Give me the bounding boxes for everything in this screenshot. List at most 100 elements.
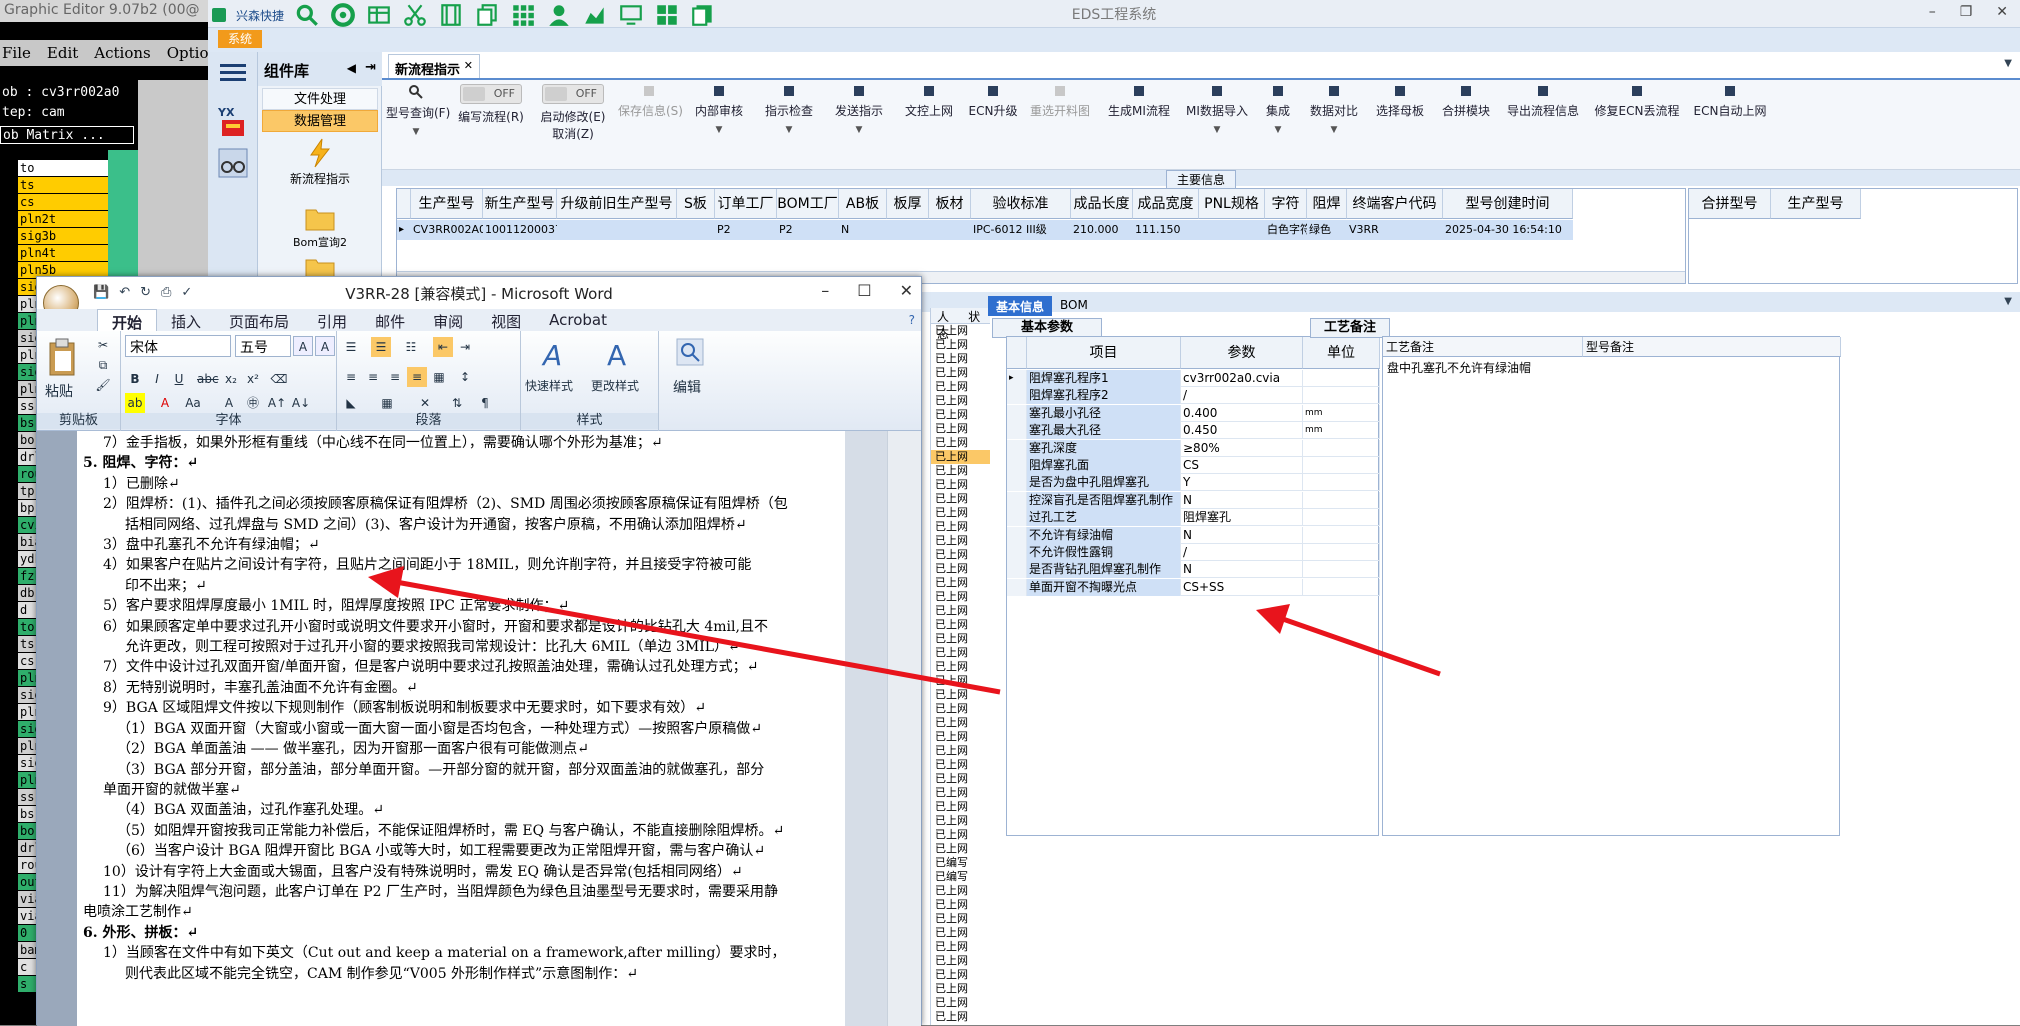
tab-bom[interactable]: BOM: [1052, 296, 1096, 316]
doc-line[interactable]: 电喷涂工艺制作↵: [83, 902, 839, 922]
params-cell-0[interactable]: 控深盲孔是否阻焊塞孔制作: [1027, 491, 1181, 509]
status-cell[interactable]: 已上网: [931, 716, 990, 730]
status-column[interactable]: 人 状态 已上网 已上网 已上网 已上网 已上网 已上网 已上网 已上网 已上网 已上网 已上网 已上…: [930, 308, 990, 1025]
params-cell-1[interactable]: /: [1181, 387, 1303, 405]
tab-new-flow-instruction[interactable]: 新流程指示 ✕: [388, 54, 480, 78]
folder-icon[interactable]: [304, 204, 336, 232]
underline-icon[interactable]: U: [169, 369, 189, 389]
toolbar-item-14[interactable]: 修复ECN丢流程: [1592, 84, 1682, 119]
highlight-icon[interactable]: ab: [125, 393, 145, 413]
pages-icon[interactable]: [690, 2, 716, 28]
params-cell-1[interactable]: CS+SS: [1181, 578, 1303, 596]
grid-cell-15[interactable]: V3RR: [1347, 220, 1443, 240]
tab-review[interactable]: 审阅: [419, 309, 477, 331]
asian-layout-icon[interactable]: ✕: [415, 393, 435, 413]
minimize-icon[interactable]: –: [1929, 4, 1936, 20]
menu-actions[interactable]: Actions: [94, 44, 150, 62]
grid-cell-14[interactable]: 绿色: [1307, 220, 1347, 240]
increase-indent-icon[interactable]: ⇥: [455, 337, 475, 357]
params-cell-0[interactable]: 不允许假性露铜: [1027, 544, 1181, 561]
grid-header-16[interactable]: 型号创建时间: [1443, 189, 1573, 219]
toolbar-item-6[interactable]: 重选开料图: [1026, 84, 1094, 119]
status-cell[interactable]: 已上网: [931, 632, 990, 646]
save-icon[interactable]: 💾: [93, 285, 109, 300]
area-chart-icon[interactable]: [582, 2, 608, 28]
prev-arrow-icon[interactable]: ◀: [347, 61, 356, 75]
tab-mailings[interactable]: 邮件: [361, 309, 419, 331]
edit-flow-toggle[interactable]: OFF: [460, 84, 522, 104]
status-cell[interactable]: 已上网: [931, 548, 990, 562]
scissors-icon[interactable]: [402, 2, 428, 28]
shading-icon[interactable]: ◣: [341, 393, 361, 413]
menu-edit[interactable]: Edit: [47, 44, 78, 62]
grid-header-6[interactable]: AB板: [839, 189, 887, 219]
doc-line[interactable]: 6. 外形、拼板：↵: [83, 923, 839, 943]
grid-header-8[interactable]: 板材: [929, 189, 971, 219]
params-cell-1[interactable]: 阻焊塞孔: [1181, 509, 1303, 527]
status-cell[interactable]: 已上网: [931, 520, 990, 534]
status-cell[interactable]: 已上网: [931, 450, 990, 464]
grid-header-10[interactable]: 成品长度: [1071, 189, 1133, 219]
windows-icon[interactable]: [654, 2, 680, 28]
grid-cell-12[interactable]: [1199, 220, 1265, 240]
bold-icon[interactable]: B: [125, 369, 145, 389]
params-cell-2[interactable]: mm: [1303, 422, 1380, 440]
grid-header-14[interactable]: 阻焊: [1307, 189, 1347, 219]
layer-item[interactable]: pln2t: [18, 211, 108, 227]
status-cell[interactable]: 已上网: [931, 422, 990, 436]
doc-line[interactable]: 7）金手指板，如果外形框有重线（中心线不在同一位置上），需要确认哪个外形为基准；…: [83, 433, 839, 453]
grid-header-3[interactable]: S板: [677, 189, 715, 219]
new-flow-instruction-label[interactable]: 新流程指示: [258, 170, 382, 187]
doc-line[interactable]: 单面开窗的就做半塞↵: [83, 780, 839, 800]
params-header-0[interactable]: 项目: [1027, 337, 1181, 369]
doc-line[interactable]: 7）文件中设计过孔双面开窗/单面开窗，但是客户说明中要求过孔按照盖油处理，需确认…: [83, 657, 839, 677]
params-cell-1[interactable]: CS: [1181, 457, 1303, 474]
decrease-indent-icon[interactable]: ⇤: [433, 337, 453, 357]
status-cell[interactable]: 已上网: [931, 352, 990, 366]
params-cell-2[interactable]: [1303, 561, 1380, 579]
status-cell[interactable]: 已上网: [931, 408, 990, 422]
status-cell[interactable]: 已上网: [931, 380, 990, 394]
params-cell-0[interactable]: 阻焊塞孔面: [1027, 457, 1181, 474]
doc-line[interactable]: 5. 阻焊、字符：↵: [83, 453, 839, 473]
doc-line[interactable]: （4）BGA 双面盖油，过孔作塞孔处理。↵: [83, 800, 839, 820]
grid-cell-10[interactable]: 210.000: [1071, 220, 1133, 240]
grid-cell-9[interactable]: IPC-6012 III级: [971, 220, 1071, 240]
spellcheck-icon[interactable]: ✓: [181, 285, 192, 300]
params-row[interactable]: 单面开窗不掏曝光点 CS+SS: [1007, 578, 1380, 596]
job-matrix-button[interactable]: ob Matrix ...: [0, 126, 134, 144]
menu-file[interactable]: File: [2, 44, 31, 62]
params-row[interactable]: 控深盲孔是否阻焊塞孔制作 N: [1007, 491, 1380, 509]
toolbar-item-11[interactable]: 选择母板: [1370, 84, 1430, 119]
quick-styles-button[interactable]: 快速样式: [525, 377, 573, 394]
bom-query-label[interactable]: Bom宣询2: [258, 234, 382, 250]
params-row[interactable]: 是否为盘中孔阻焊塞孔 Y: [1007, 474, 1380, 492]
doc-line[interactable]: 10）设计有字符上大金面或大锡面，且客户没有特殊说明时，需发 EQ 确认是否异常…: [83, 862, 839, 882]
grid-cell-8[interactable]: [929, 220, 971, 240]
merge-model-grid[interactable]: 合拼型号 生产型号: [1688, 188, 2018, 284]
menu-options[interactable]: Options: [167, 44, 210, 62]
params-row[interactable]: 塞孔最小孔径 0.400 mm: [1007, 404, 1380, 422]
status-cell[interactable]: 已上网: [931, 814, 990, 828]
grow-font-icon[interactable]: A: [293, 336, 313, 356]
editing-button[interactable]: 编辑: [673, 377, 701, 397]
params-cell-1[interactable]: cv3rr002a0.cvia: [1181, 370, 1303, 387]
toolbar-item-12[interactable]: 合拼模块: [1438, 84, 1494, 119]
status-cell[interactable]: 已上网: [931, 604, 990, 618]
params-row[interactable]: 阻焊塞孔面 CS: [1007, 457, 1380, 474]
copy-icon[interactable]: ⧉: [93, 355, 113, 375]
undo-icon[interactable]: ↶: [119, 285, 130, 300]
params-cell-2[interactable]: [1303, 457, 1380, 474]
status-cell[interactable]: 已上网: [931, 912, 990, 926]
doc-line[interactable]: 则代表此区域不能完全铣空，CAM 制作参见“V005 外形制作样式”示意图制作：…: [83, 964, 839, 984]
doc-line[interactable]: 印不出来；↵: [83, 576, 839, 596]
status-cell[interactable]: 已上网: [931, 884, 990, 898]
params-row[interactable]: 塞孔深度 ≥80%: [1007, 439, 1380, 457]
user-icon[interactable]: [546, 2, 572, 28]
status-cell[interactable]: 已编写: [931, 870, 990, 884]
paste-icon[interactable]: [47, 337, 77, 377]
grid-header-15[interactable]: 终端客户代码: [1347, 189, 1443, 219]
status-cell[interactable]: 已上网: [931, 562, 990, 576]
doc-line[interactable]: 6）如果顾客定单中要求过孔开小窗时或说明文件要求开小窗时，开窗和要求都是设计的比…: [83, 617, 839, 637]
grid-header-7[interactable]: 板厚: [887, 189, 929, 219]
